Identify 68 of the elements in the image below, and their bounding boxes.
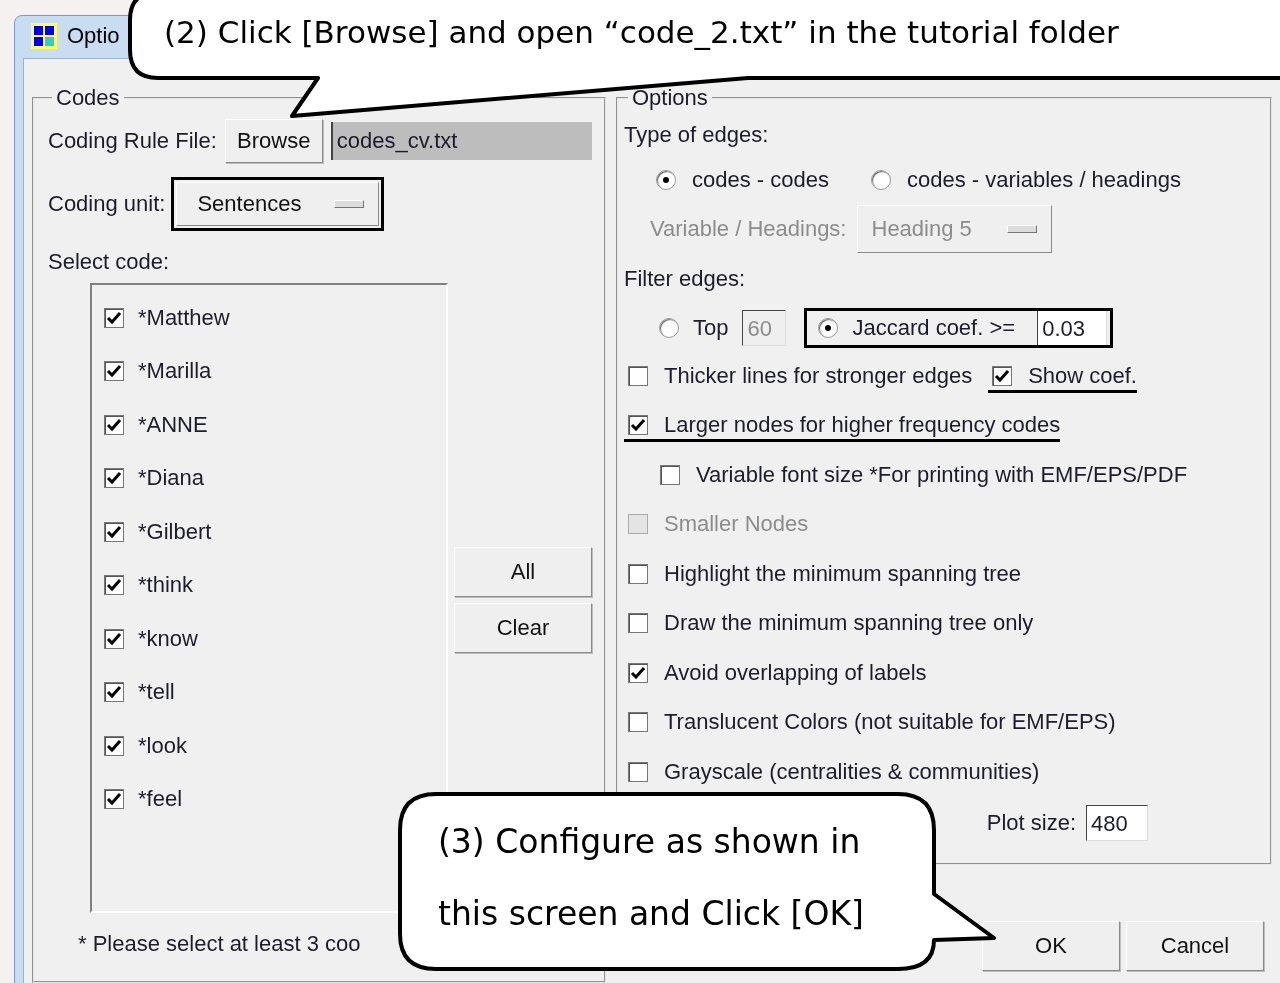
callout-text: (2) Click [Browse] and open “code_2.txt” in the tutorial folder: [163, 13, 1120, 50]
checkbox-option[interactable]: Highlight the minimum spanning tree: [624, 560, 1022, 591]
checkbox-option[interactable]: Draw the minimum spanning tree only: [624, 610, 1034, 641]
checkbox[interactable]: [628, 415, 648, 436]
code-label: *know: [138, 625, 198, 652]
checkbox[interactable]: [628, 613, 648, 634]
code-label: *ANNE: [138, 411, 208, 438]
coding-rule-file-label: Coding Rule File:: [48, 128, 217, 154]
code-label: *feel: [138, 786, 183, 813]
checkbox-option[interactable]: Variable font size *For printing with EMF/EPS/PDF: [656, 461, 1188, 492]
app-icon: [31, 23, 57, 49]
checkbox[interactable]: [628, 761, 648, 782]
radio-button[interactable]: [870, 169, 891, 190]
checkbox-option[interactable]: Larger nodes for higher frequency codes: [624, 412, 1061, 443]
checkbox[interactable]: [628, 712, 648, 733]
window-title: Optio: [67, 23, 120, 49]
checkbox[interactable]: [104, 682, 124, 703]
type-of-edges-label: Type of edges:: [624, 122, 769, 148]
checkbox[interactable]: [104, 361, 124, 382]
checkbox-option[interactable]: Avoid overlapping of labels: [624, 659, 927, 690]
checkbox[interactable]: [104, 789, 124, 810]
filter-label: Jaccard coef. >=: [852, 315, 1016, 342]
checkbox-option[interactable]: Grayscale (centralities & communities): [624, 758, 1040, 789]
clear-button[interactable]: Clear: [454, 603, 592, 653]
checkbox[interactable]: [628, 662, 648, 683]
checkbox[interactable]: [628, 563, 648, 584]
variable-headings-label: Variable / Headings:: [650, 216, 847, 243]
checkbox-option[interactable]: Translucent Colors (not suitable for EMF/EPS): [624, 709, 1116, 740]
checkbox[interactable]: [104, 735, 124, 756]
radio-button[interactable]: [818, 318, 839, 339]
plot-size-label: Plot size:: [986, 810, 1076, 837]
filter-edges-label: Filter edges:: [624, 265, 746, 292]
checkbox[interactable]: [104, 575, 124, 596]
coding-unit-label: Coding unit:: [48, 191, 166, 217]
checkbox[interactable]: [660, 464, 680, 485]
checkbox[interactable]: [992, 365, 1013, 386]
code-label: *Diana: [138, 465, 205, 492]
checkbox[interactable]: [104, 521, 124, 542]
code-label: *Gilbert: [138, 518, 212, 545]
callout-text: (3) Configure as shown in this screen and Click [OK]: [437, 821, 865, 935]
number-field[interactable]: 0.03: [1037, 310, 1108, 347]
checkbox[interactable]: [104, 468, 124, 489]
note-text: * Please select at least 3 coo: [78, 931, 362, 957]
radio-button[interactable]: [656, 169, 676, 190]
filter-label: Top: [693, 315, 729, 342]
cancel-button[interactable]: Cancel: [1126, 921, 1264, 971]
code-label: *think: [138, 572, 194, 599]
all-button[interactable]: All: [454, 547, 592, 597]
code-label: *Matthew: [138, 304, 230, 331]
radio-option[interactable]: codes - variables / headings: [870, 166, 1181, 193]
checkbox[interactable]: [628, 365, 648, 386]
group-legend: Codes: [52, 85, 124, 111]
checkbox-option[interactable]: Show coef.: [988, 362, 1137, 393]
group-legend: Options: [628, 85, 712, 111]
file-field[interactable]: codes_cv.txt: [330, 122, 592, 160]
radio-option[interactable]: codes - codes: [656, 166, 829, 193]
ok-button[interactable]: OK: [982, 921, 1120, 971]
checkbox[interactable]: [104, 307, 124, 328]
checkbox[interactable]: [104, 628, 124, 649]
browse-button[interactable]: Browse: [224, 119, 323, 163]
code-label: *tell: [138, 679, 175, 706]
code-label: *look: [138, 732, 187, 759]
coding-unit-dropdown[interactable]: Sentences: [176, 182, 380, 226]
plot-size-field[interactable]: 480: [1086, 805, 1148, 842]
select-code-label: Select code:: [48, 249, 170, 275]
code-label: *Marilla: [138, 358, 212, 385]
checkbox[interactable]: [104, 414, 124, 435]
checkbox-option[interactable]: Thicker lines for stronger edges: [624, 362, 973, 393]
